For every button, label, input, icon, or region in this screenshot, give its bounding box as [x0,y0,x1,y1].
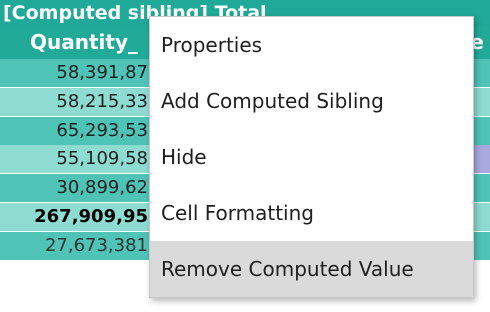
quantity-cell[interactable]: 65,293,53 [0,117,150,145]
quantity-cell[interactable]: 267,909,95 [0,203,150,231]
context-menu: Properties Add Computed Sibling Hide Cell F… [149,16,474,298]
quantity-cell[interactable]: 27,673,381 [0,232,150,260]
menu-item-add-computed-sibling[interactable]: Add Computed Sibling [150,73,473,129]
menu-item-cell-formatting[interactable]: Cell Formatting [150,185,473,241]
quantity-cell[interactable]: 58,391,87 [0,59,150,87]
quantity-cell[interactable]: 55,109,58 [0,145,150,173]
menu-item-hide[interactable]: Hide [150,129,473,185]
menu-item-remove-computed-value[interactable]: Remove Computed Value [150,241,473,297]
quantity-cell[interactable]: 58,215,33 [0,88,150,116]
quantity-cell[interactable]: 30,899,62 [0,174,150,202]
menu-item-properties[interactable]: Properties [150,17,473,73]
